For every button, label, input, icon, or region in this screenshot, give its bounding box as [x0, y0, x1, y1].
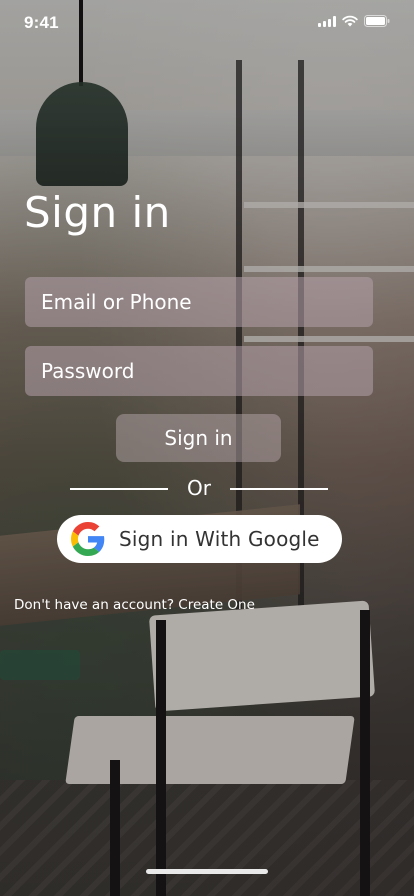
google-signin-label: Sign in With Google: [119, 527, 320, 551]
no-account-prompt: Don't have an account?: [14, 597, 179, 613]
signal-icon: [318, 15, 336, 27]
create-account-link[interactable]: Create One: [178, 597, 255, 613]
battery-icon: [364, 15, 390, 27]
divider-line-right: [230, 488, 328, 490]
status-bar: 9:41: [0, 0, 414, 44]
password-input[interactable]: [41, 359, 357, 383]
create-account-row: Don't have an account? Create One: [14, 597, 255, 613]
home-indicator[interactable]: [146, 869, 268, 874]
or-divider: Or: [70, 476, 328, 502]
email-field[interactable]: [25, 277, 373, 327]
google-g-icon: [71, 522, 105, 556]
signin-button[interactable]: Sign in: [116, 414, 281, 462]
status-time: 9:41: [24, 13, 59, 32]
password-field[interactable]: [25, 346, 373, 396]
wifi-icon: [342, 15, 358, 27]
signin-screen: Sign in Sign in Or Sign in With Google D…: [0, 0, 414, 896]
status-icons: [318, 15, 390, 27]
page-title: Sign in: [24, 188, 171, 237]
google-signin-button[interactable]: Sign in With Google: [57, 515, 342, 563]
email-input[interactable]: [41, 290, 357, 314]
